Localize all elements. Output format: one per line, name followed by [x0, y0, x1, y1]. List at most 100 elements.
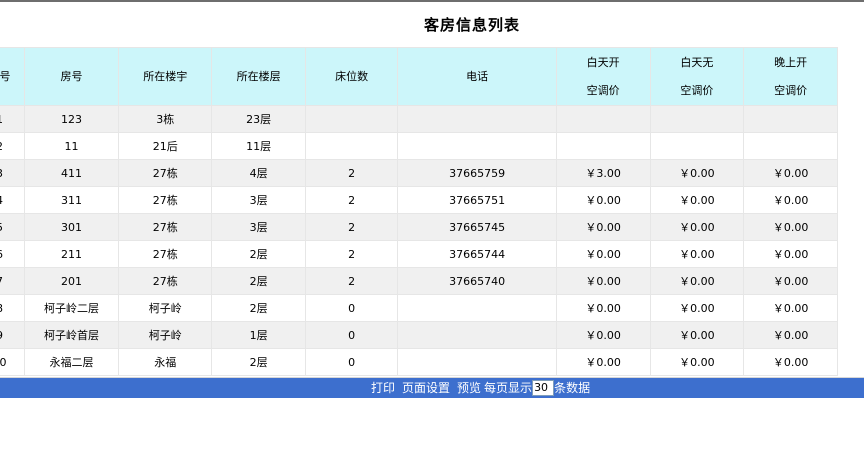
- per-page-input[interactable]: [532, 379, 555, 396]
- column-header-label: 电话: [466, 69, 489, 83]
- column-header: 晚上开 空调价: [743, 47, 838, 106]
- table-row[interactable]: 720127栋2层237665740￥0.00￥0.00￥0.00: [0, 267, 838, 295]
- table-cell: 27栋: [118, 267, 213, 295]
- table-cell: 柯子岭二层: [23, 294, 120, 322]
- table-cell: ￥0.00: [555, 321, 651, 349]
- table-cell: [304, 132, 399, 160]
- print-link[interactable]: 打印: [371, 381, 395, 395]
- table-cell: ￥0.00: [555, 267, 651, 295]
- table-cell: 2层: [211, 240, 306, 268]
- column-header: 白天开 空调价: [555, 47, 651, 106]
- table-cell: 37665745: [397, 213, 557, 241]
- column-header-label: 晚上开: [774, 55, 808, 69]
- table-cell: 9: [0, 321, 25, 349]
- table-cell: 3: [0, 159, 25, 187]
- table-cell: 柯子岭首层: [23, 321, 120, 349]
- table-cell: 2层: [211, 294, 306, 322]
- table-cell: 21后: [118, 132, 213, 160]
- table-cell: ￥0.00: [743, 348, 838, 376]
- table-cell: ￥0.00: [743, 213, 838, 241]
- table-row[interactable]: 530127栋3层237665745￥0.00￥0.00￥0.00: [0, 213, 838, 241]
- top-border: [0, 0, 864, 2]
- table-cell: [397, 294, 557, 322]
- page-setup-link[interactable]: 页面设置: [402, 381, 450, 395]
- table-cell: 3层: [211, 186, 306, 214]
- table-cell: 2: [304, 159, 399, 187]
- table-cell: [397, 132, 557, 160]
- table-cell: 8: [0, 294, 25, 322]
- table-cell: [555, 105, 651, 133]
- table-cell: 27栋: [118, 213, 213, 241]
- table-row[interactable]: 11233栋23层: [0, 105, 838, 133]
- table-cell: ￥0.00: [555, 294, 651, 322]
- table-cell: 6: [0, 240, 25, 268]
- table-cell: ￥0.00: [649, 240, 745, 268]
- column-header: 序号: [0, 47, 25, 106]
- table-row[interactable]: 10永福二层永福2层0￥0.00￥0.00￥0.00: [0, 348, 838, 376]
- room-list-table: 序号房号所在楼宇所在楼层床位数电话白天开空调价白天无空调价晚上开空调价 1123…: [0, 47, 838, 376]
- table-cell: 311: [23, 186, 120, 214]
- table-row[interactable]: 431127栋3层237665751￥0.00￥0.00￥0.00: [0, 186, 838, 214]
- table-cell: [304, 105, 399, 133]
- table-cell: ￥0.00: [649, 186, 745, 214]
- table-cell: 2层: [211, 267, 306, 295]
- table-row[interactable]: 21121后11层: [0, 132, 838, 160]
- column-header-label: 白天开: [586, 55, 620, 69]
- preview-link[interactable]: 预览: [457, 381, 481, 395]
- table-cell: 2: [304, 213, 399, 241]
- table-header-row: 序号房号所在楼宇所在楼层床位数电话白天开空调价白天无空调价晚上开空调价: [0, 47, 838, 106]
- column-header-label: 所在楼宇: [143, 69, 188, 83]
- table-row[interactable]: 9柯子岭首层柯子岭1层0￥0.00￥0.00￥0.00: [0, 321, 838, 349]
- column-header: 所在楼宇: [118, 47, 213, 106]
- table-cell: 27栋: [118, 186, 213, 214]
- table-cell: ￥0.00: [743, 267, 838, 295]
- table-cell: 2: [0, 132, 25, 160]
- table-cell: 4层: [211, 159, 306, 187]
- table-cell: 23层: [211, 105, 306, 133]
- table-cell: ￥0.00: [743, 159, 838, 187]
- table-cell: 0: [304, 294, 399, 322]
- table-cell: ￥0.00: [555, 213, 651, 241]
- table-cell: 201: [23, 267, 120, 295]
- table-cell: [743, 132, 838, 160]
- table-cell: 27栋: [118, 159, 213, 187]
- table-cell: ￥0.00: [743, 321, 838, 349]
- table-cell: [743, 105, 838, 133]
- table-cell: ￥0.00: [649, 348, 745, 376]
- table-cell: ￥0.00: [743, 240, 838, 268]
- table-cell: [397, 348, 557, 376]
- table-cell: ￥0.00: [743, 186, 838, 214]
- table-cell: ￥0.00: [743, 294, 838, 322]
- table-cell: 柯子岭: [118, 294, 213, 322]
- footer-controls: 打印页面设置预览每页显示 条数据: [371, 378, 590, 398]
- table-cell: 2: [304, 240, 399, 268]
- column-header: 白天无 空调价: [649, 47, 745, 106]
- table-cell: ￥0.00: [555, 348, 651, 376]
- table-row[interactable]: 341127栋4层237665759￥3.00￥0.00￥0.00: [0, 159, 838, 187]
- per-page-suffix: 条数据: [554, 381, 591, 395]
- table-cell: 411: [23, 159, 120, 187]
- table-cell: 柯子岭: [118, 321, 213, 349]
- column-header-label: 白天无: [680, 55, 714, 69]
- table-cell: 10: [0, 348, 25, 376]
- column-header-label: 房号: [60, 69, 83, 83]
- column-header-label-line2: 空调价: [680, 83, 714, 97]
- footer-toolbar: 打印页面设置预览每页显示 条数据: [0, 377, 864, 398]
- table-body: 11233栋23层21121后11层341127栋4层237665759￥3.0…: [0, 105, 838, 376]
- table-cell: ￥0.00: [649, 159, 745, 187]
- table-cell: 37665740: [397, 267, 557, 295]
- table-cell: [649, 105, 745, 133]
- table-row[interactable]: 8柯子岭二层柯子岭2层0￥0.00￥0.00￥0.00: [0, 294, 838, 322]
- column-header-label: 床位数: [335, 69, 369, 83]
- table-row[interactable]: 621127栋2层237665744￥0.00￥0.00￥0.00: [0, 240, 838, 268]
- column-header: 房号: [23, 47, 120, 106]
- column-header-label: 序号: [0, 69, 11, 83]
- table-cell: 1: [0, 105, 25, 133]
- table-cell: 7: [0, 267, 25, 295]
- table-cell: [397, 321, 557, 349]
- table-cell: 0: [304, 348, 399, 376]
- table-cell: ￥0.00: [649, 321, 745, 349]
- table-cell: 永福二层: [23, 348, 120, 376]
- table-cell: ￥0.00: [555, 186, 651, 214]
- table-cell: 0: [304, 321, 399, 349]
